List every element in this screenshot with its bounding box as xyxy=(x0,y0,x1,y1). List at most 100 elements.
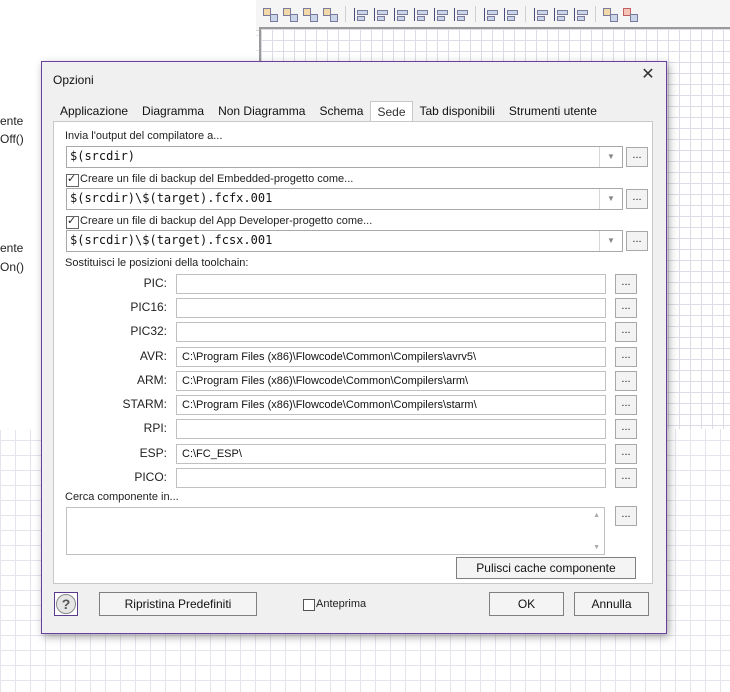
forward-icon[interactable] xyxy=(302,6,319,23)
component-search-label: Cerca componente in... xyxy=(65,491,179,503)
options-dialog: Opzioni ✕ Applicazione Diagramma Non Dia… xyxy=(41,61,667,634)
send-back-icon[interactable] xyxy=(282,6,299,23)
toolchain-path-avr[interactable]: C:\Program Files (x86)\Flowcode\Common\C… xyxy=(176,347,606,367)
appdev-backup-value: $(srcdir)\$(target).fcsx.001 xyxy=(70,233,273,247)
distribute-horizontal-icon[interactable] xyxy=(482,6,499,23)
toolchain-browse-arm[interactable]: ... xyxy=(615,371,637,391)
align-top-icon[interactable] xyxy=(412,6,429,23)
toolchain-name-pic32: PIC32: xyxy=(130,324,167,338)
left-label-2: Off() xyxy=(0,132,24,146)
component-search-list[interactable]: ▲ ▼ xyxy=(66,507,605,555)
toolchain-label: Sostituisci le posizioni della toolchain… xyxy=(65,257,249,269)
appdev-backup-combo[interactable]: $(srcdir)\$(target).fcsx.001 ▼ xyxy=(66,230,623,252)
toolchain-name-arm: ARM: xyxy=(137,373,167,387)
dialog-title: Opzioni xyxy=(53,73,94,87)
center-icon[interactable] xyxy=(572,6,589,23)
toolchain-path-pic32[interactable] xyxy=(176,322,606,342)
toolchain-name-avr: AVR: xyxy=(139,349,167,363)
chevron-down-icon[interactable]: ▼ xyxy=(599,147,622,167)
toolchain-path-arm[interactable]: C:\Program Files (x86)\Flowcode\Common\C… xyxy=(176,371,606,391)
left-label-1: ente xyxy=(0,114,24,128)
toolchain-browse-pic[interactable]: ... xyxy=(615,274,637,294)
chevron-down-icon[interactable]: ▼ xyxy=(599,231,622,251)
preview-label: Anteprima xyxy=(316,598,367,610)
ok-button[interactable]: OK xyxy=(489,592,564,616)
toolchain-browse-starm[interactable]: ... xyxy=(615,395,637,415)
toolchain-browse-avr[interactable]: ... xyxy=(615,347,637,367)
toolchain-path-starm[interactable]: C:\Program Files (x86)\Flowcode\Common\C… xyxy=(176,395,606,415)
tab-non-diagramma[interactable]: Non Diagramma xyxy=(211,100,312,121)
reset-size-icon[interactable] xyxy=(622,6,639,23)
compiler-output-value: $(srcdir) xyxy=(70,149,136,163)
toolchain-name-pico: PICO: xyxy=(134,470,167,484)
check-icon: ✓ xyxy=(67,173,77,185)
embedded-backup-label: Creare un file di backup del Embedded-pr… xyxy=(80,173,354,185)
toolchain-path-text: C:\Program Files (x86)\Flowcode\Common\C… xyxy=(182,399,477,411)
help-icon[interactable]: ? xyxy=(54,592,78,616)
left-label-3: ente xyxy=(0,241,24,255)
scroll-down-icon[interactable]: ▼ xyxy=(593,544,600,551)
component-search-browse-button[interactable]: ... xyxy=(615,506,637,526)
clear-cache-button[interactable]: Pulisci cache componente xyxy=(456,557,636,579)
resize-icon[interactable] xyxy=(602,6,619,23)
left-label-4: On() xyxy=(0,260,24,274)
tab-sede[interactable]: Sede xyxy=(370,101,413,122)
toolchain-browse-pic16[interactable]: ... xyxy=(615,298,637,318)
appdev-backup-browse-button[interactable]: ... xyxy=(626,231,648,251)
tab-schema[interactable]: Schema xyxy=(312,100,370,121)
tab-applicazione[interactable]: Applicazione xyxy=(53,100,135,121)
distribute-vertical-icon[interactable] xyxy=(502,6,519,23)
toolchain-path-text: C:\Program Files (x86)\Flowcode\Common\C… xyxy=(182,375,469,387)
bring-front-icon[interactable] xyxy=(262,6,279,23)
space-vertical-icon[interactable] xyxy=(552,6,569,23)
embedded-backup-checkbox[interactable]: ✓ xyxy=(66,173,79,187)
chevron-down-icon[interactable]: ▼ xyxy=(599,189,622,209)
toolchain-path-pic16[interactable] xyxy=(176,298,606,318)
backward-icon[interactable] xyxy=(322,6,339,23)
appdev-backup-label: Creare un file di backup del App Develop… xyxy=(80,215,373,227)
align-right-icon[interactable] xyxy=(392,6,409,23)
embedded-backup-combo[interactable]: $(srcdir)\$(target).fcfx.001 ▼ xyxy=(66,188,623,210)
tab-diagramma[interactable]: Diagramma xyxy=(135,100,211,121)
toolchain-name-pic16: PIC16: xyxy=(130,300,167,314)
toolchain-browse-pico[interactable]: ... xyxy=(615,468,637,488)
toolchain-name-starm: STARM: xyxy=(122,397,167,411)
toolchain-name-rpi: RPI: xyxy=(143,421,167,435)
embedded-backup-value: $(srcdir)\$(target).fcfx.001 xyxy=(70,191,273,205)
toolbar-separator xyxy=(595,6,596,22)
align-middle-icon[interactable] xyxy=(432,6,449,23)
align-left-icon[interactable] xyxy=(352,6,369,23)
preview-checkbox[interactable] xyxy=(303,599,315,611)
close-icon[interactable]: ✕ xyxy=(639,66,657,84)
space-horizontal-icon[interactable] xyxy=(532,6,549,23)
toolchain-path-text: C:\FC_ESP\ xyxy=(182,448,242,460)
compiler-output-combo[interactable]: $(srcdir) ▼ xyxy=(66,146,623,168)
tab-strumenti-utente[interactable]: Strumenti utente xyxy=(502,100,604,121)
toolbar-separator xyxy=(475,6,476,22)
compiler-output-browse-button[interactable]: ... xyxy=(626,147,648,167)
toolchain-path-text: C:\Program Files (x86)\Flowcode\Common\C… xyxy=(182,351,477,363)
restore-defaults-button[interactable]: Ripristina Predefiniti xyxy=(99,592,257,616)
embedded-backup-browse-button[interactable]: ... xyxy=(626,189,648,209)
toolchain-name-pic: PIC: xyxy=(143,276,167,290)
tab-bar: Applicazione Diagramma Non Diagramma Sch… xyxy=(53,100,604,122)
toolchain-browse-rpi[interactable]: ... xyxy=(615,419,637,439)
appdev-backup-checkbox[interactable]: ✓ xyxy=(66,215,79,229)
toolchain-browse-pic32[interactable]: ... xyxy=(615,322,637,342)
toolchain-name-esp: ESP: xyxy=(139,446,167,460)
toolchain-path-esp[interactable]: C:\FC_ESP\ xyxy=(176,444,606,464)
cancel-button[interactable]: Annulla xyxy=(574,592,649,616)
toolchain-browse-esp[interactable]: ... xyxy=(615,444,637,464)
toolbar-separator xyxy=(525,6,526,22)
scroll-up-icon[interactable]: ▲ xyxy=(593,512,600,519)
check-icon: ✓ xyxy=(67,215,77,227)
tab-disponibili[interactable]: Tab disponibili xyxy=(413,100,502,121)
sede-panel: Invia l'output del compilatore a... $(sr… xyxy=(53,121,653,584)
toolbar-separator xyxy=(345,6,346,22)
align-bottom-icon[interactable] xyxy=(452,6,469,23)
toolchain-path-pic[interactable] xyxy=(176,274,606,294)
toolchain-path-pico[interactable] xyxy=(176,468,606,488)
compiler-output-label: Invia l'output del compilatore a... xyxy=(65,130,223,142)
align-center-icon[interactable] xyxy=(372,6,389,23)
toolchain-path-rpi[interactable] xyxy=(176,419,606,439)
